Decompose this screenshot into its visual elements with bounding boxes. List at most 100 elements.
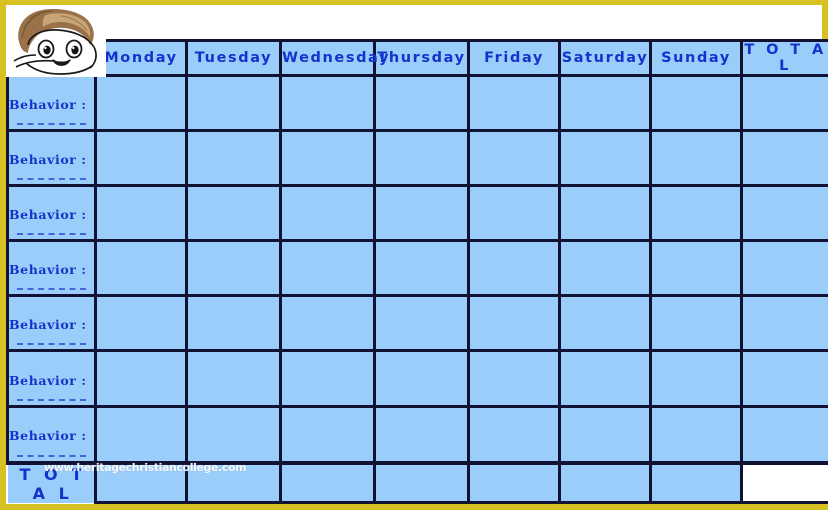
header-tuesday: Tuesday bbox=[185, 39, 282, 77]
cell-7-monday[interactable] bbox=[94, 404, 188, 465]
cell-7-saturday[interactable] bbox=[558, 404, 652, 465]
behavior-label-1: Behavior : bbox=[9, 97, 87, 113]
cell-3-monday[interactable] bbox=[94, 184, 188, 243]
cell-6-monday[interactable] bbox=[94, 349, 188, 408]
table-footer-row: T O T A L bbox=[7, 460, 828, 504]
footer-total-monday[interactable] bbox=[94, 460, 188, 504]
behavior-label-cell-3[interactable]: Behavior : bbox=[6, 184, 97, 243]
cell-7-wednesday[interactable] bbox=[279, 404, 376, 465]
behavior-label-cell-6[interactable]: Behavior : bbox=[6, 349, 97, 408]
right-eye-glint bbox=[72, 46, 75, 50]
cell-3-friday[interactable] bbox=[467, 184, 561, 243]
cell-1-sunday[interactable] bbox=[649, 73, 743, 133]
chart-sheet: Monday Tuesday Wednesday Thursday Friday… bbox=[6, 5, 828, 504]
cell-5-saturday[interactable] bbox=[558, 294, 652, 353]
table-row: Behavior : bbox=[6, 129, 828, 188]
footer-total-sunday[interactable] bbox=[649, 460, 743, 504]
cell-1-total[interactable] bbox=[740, 73, 828, 133]
table-row: Behavior : bbox=[6, 294, 828, 353]
header-monday: Monday bbox=[94, 39, 188, 77]
cell-4-tuesday[interactable] bbox=[185, 239, 282, 298]
behavior-label-5: Behavior : bbox=[9, 317, 87, 333]
behavior-write-rule-4 bbox=[17, 288, 86, 291]
cell-3-saturday[interactable] bbox=[558, 184, 652, 243]
cell-6-thursday[interactable] bbox=[373, 349, 470, 408]
behavior-write-rule-3 bbox=[17, 233, 86, 236]
header-friday: Friday bbox=[467, 39, 561, 77]
cell-5-tuesday[interactable] bbox=[185, 294, 282, 353]
footer-grand-total[interactable] bbox=[740, 460, 828, 504]
behavior-label-cell-1[interactable]: Behavior : bbox=[6, 73, 97, 133]
header-thursday: Thursday bbox=[373, 39, 470, 77]
cell-2-monday[interactable] bbox=[94, 129, 188, 188]
cell-4-sunday[interactable] bbox=[649, 239, 743, 298]
cell-7-tuesday[interactable] bbox=[185, 404, 282, 465]
footer-total-thursday[interactable] bbox=[373, 460, 470, 504]
cell-2-tuesday[interactable] bbox=[185, 129, 282, 188]
cell-2-wednesday[interactable] bbox=[279, 129, 376, 188]
cell-1-friday[interactable] bbox=[467, 73, 561, 133]
left-pupil bbox=[43, 45, 51, 55]
header-total: T O T A L bbox=[740, 39, 828, 77]
cell-4-saturday[interactable] bbox=[558, 239, 652, 298]
cell-2-thursday[interactable] bbox=[373, 129, 470, 188]
cell-3-sunday[interactable] bbox=[649, 184, 743, 243]
cell-2-saturday[interactable] bbox=[558, 129, 652, 188]
cell-4-wednesday[interactable] bbox=[279, 239, 376, 298]
table-row: Behavior : bbox=[6, 349, 828, 408]
footer-total-wednesday[interactable] bbox=[279, 460, 376, 504]
cell-3-total[interactable] bbox=[740, 184, 828, 243]
behavior-label-cell-7[interactable]: Behavior : bbox=[6, 404, 97, 465]
header-saturday: Saturday bbox=[558, 39, 652, 77]
behavior-label-6: Behavior : bbox=[9, 372, 87, 388]
cell-5-thursday[interactable] bbox=[373, 294, 470, 353]
cartoon-boy-illustration bbox=[6, 5, 106, 77]
cell-3-wednesday[interactable] bbox=[279, 184, 376, 243]
cell-6-friday[interactable] bbox=[467, 349, 561, 408]
cell-4-monday[interactable] bbox=[94, 239, 188, 298]
footer-total-label: T O T A L bbox=[7, 460, 97, 503]
cell-3-thursday[interactable] bbox=[373, 184, 470, 243]
cell-7-thursday[interactable] bbox=[373, 404, 470, 465]
behavior-label-cell-5[interactable]: Behavior : bbox=[6, 294, 97, 353]
behavior-write-rule-6 bbox=[17, 398, 86, 401]
cell-6-tuesday[interactable] bbox=[185, 349, 282, 408]
footer-total-saturday[interactable] bbox=[558, 460, 652, 504]
right-pupil bbox=[71, 45, 79, 55]
cell-4-friday[interactable] bbox=[467, 239, 561, 298]
cell-5-friday[interactable] bbox=[467, 294, 561, 353]
cell-1-tuesday[interactable] bbox=[185, 73, 282, 133]
cell-7-friday[interactable] bbox=[467, 404, 561, 465]
cell-6-saturday[interactable] bbox=[558, 349, 652, 408]
behavior-write-rule-2 bbox=[17, 178, 86, 181]
behavior-chart-table: Monday Tuesday Wednesday Thursday Friday… bbox=[6, 39, 828, 504]
cell-3-tuesday[interactable] bbox=[185, 184, 282, 243]
behavior-label-cell-2[interactable]: Behavior : bbox=[6, 129, 97, 188]
behavior-label-2: Behavior : bbox=[9, 152, 87, 168]
footer-total-tuesday[interactable] bbox=[185, 460, 282, 504]
behavior-label-cell-4[interactable]: Behavior : bbox=[6, 239, 97, 298]
behavior-write-rule-1 bbox=[17, 123, 86, 126]
header-sunday: Sunday bbox=[649, 39, 743, 77]
cell-1-wednesday[interactable] bbox=[279, 73, 376, 133]
footer-total-friday[interactable] bbox=[467, 460, 561, 504]
cell-6-total[interactable] bbox=[740, 349, 828, 408]
boy-face-svg bbox=[6, 5, 106, 77]
cell-7-total[interactable] bbox=[740, 404, 828, 465]
cell-5-sunday[interactable] bbox=[649, 294, 743, 353]
cell-4-thursday[interactable] bbox=[373, 239, 470, 298]
cell-7-sunday[interactable] bbox=[649, 404, 743, 465]
cell-5-monday[interactable] bbox=[94, 294, 188, 353]
cell-5-total[interactable] bbox=[740, 294, 828, 353]
cell-2-friday[interactable] bbox=[467, 129, 561, 188]
cell-6-sunday[interactable] bbox=[649, 349, 743, 408]
cell-4-total[interactable] bbox=[740, 239, 828, 298]
cell-1-thursday[interactable] bbox=[373, 73, 470, 133]
cell-1-monday[interactable] bbox=[94, 73, 188, 133]
cell-2-total[interactable] bbox=[740, 129, 828, 188]
cell-2-sunday[interactable] bbox=[649, 129, 743, 188]
cell-5-wednesday[interactable] bbox=[279, 294, 376, 353]
left-eye-glint bbox=[44, 46, 47, 50]
cell-1-saturday[interactable] bbox=[558, 73, 652, 133]
cell-6-wednesday[interactable] bbox=[279, 349, 376, 408]
